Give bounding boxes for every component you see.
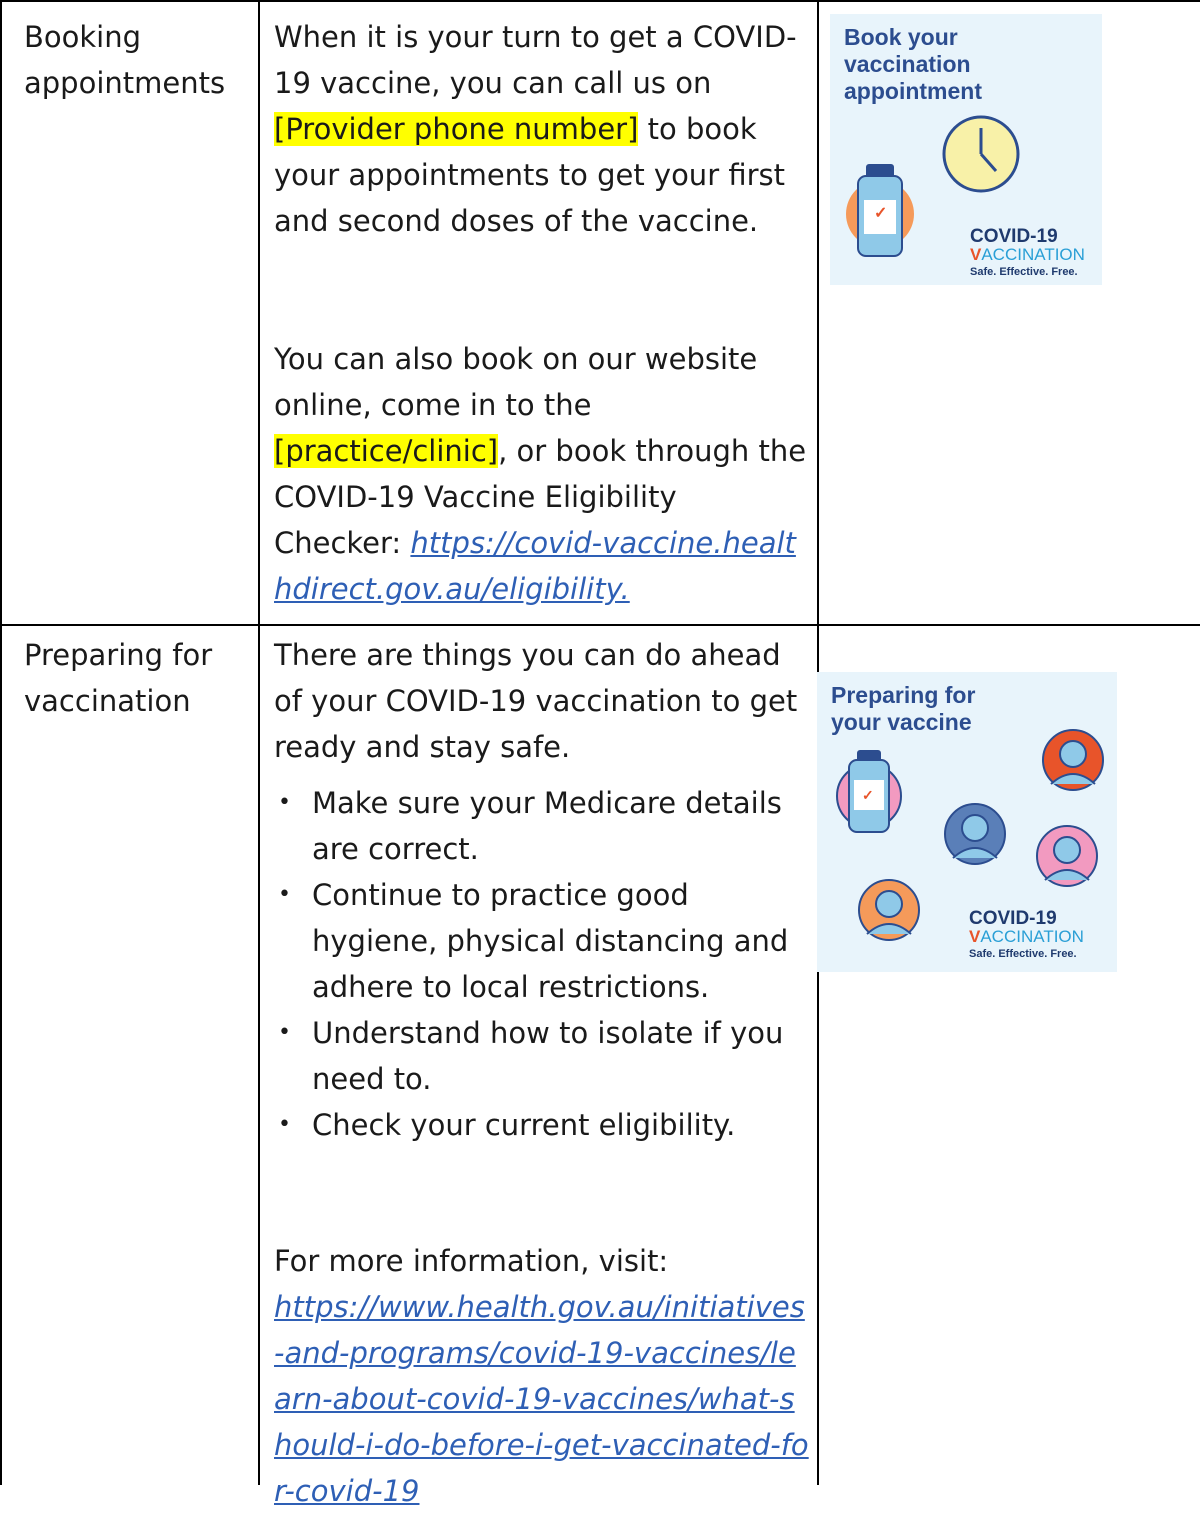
row-label-booking: Booking appointments: [24, 20, 226, 100]
book-appointment-promo-image: Book your vaccination appointment ✓ COVI…: [830, 14, 1102, 285]
preparing-checklist: Make sure your Medicare details are corr…: [274, 780, 809, 1148]
preparing-intro: There are things you can do ahead of you…: [274, 638, 798, 764]
svg-text:✓: ✓: [874, 205, 887, 222]
covid-vaccination-logo: COVID-19 VACCINATION Safe. Effective. Fr…: [969, 908, 1084, 960]
vaccine-vial-icon: ✓: [846, 164, 914, 257]
preparing-vaccine-promo-image: Preparing for your vaccine ✓ COVID-19 VA…: [817, 672, 1117, 972]
covid-vaccination-logo: COVID-19 VACCINATION Safe. Effective. Fr…: [970, 226, 1085, 278]
list-item: Check your current eligibility.: [274, 1102, 809, 1148]
table-border-left: [0, 0, 2, 1485]
person-avatar-icon: [1036, 825, 1098, 887]
person-avatar-icon: [1042, 729, 1104, 791]
table-border-top: [0, 0, 1200, 2]
preparing-content: There are things you can do ahead of you…: [274, 632, 809, 1514]
clock-icon: [942, 115, 1020, 193]
practice-clinic-placeholder: [practice/clinic]: [274, 434, 499, 468]
table-row-divider: [0, 624, 1200, 626]
list-item: Continue to practice good hygiene, physi…: [274, 872, 809, 1010]
provider-phone-placeholder: [Provider phone number]: [274, 112, 639, 146]
booking-paragraph-1: When it is your turn to get a COVID-19 v…: [274, 20, 797, 238]
more-info-link-wrap: https://www.health.gov.au/initiatives-an…: [274, 1284, 809, 1514]
person-avatar-icon: [944, 803, 1006, 865]
person-avatar-icon: [858, 879, 920, 941]
list-item: Understand how to isolate if you need to…: [274, 1010, 809, 1102]
booking-paragraph-2: You can also book on our website online,…: [274, 342, 807, 606]
booking-content: When it is your turn to get a COVID-19 v…: [274, 14, 809, 612]
svg-text:✓: ✓: [862, 787, 874, 803]
document-table: Booking appointments When it is your tur…: [0, 0, 1200, 1508]
vaccine-vial-icon: ✓: [836, 750, 902, 833]
column-divider-1: [258, 0, 260, 1485]
more-info-label: For more information, visit:: [274, 1244, 669, 1278]
list-item: Make sure your Medicare details are corr…: [274, 780, 809, 872]
health-gov-link[interactable]: https://www.health.gov.au/initiatives-an…: [274, 1290, 809, 1508]
row-label-preparing: Preparing for vaccination: [24, 638, 213, 718]
